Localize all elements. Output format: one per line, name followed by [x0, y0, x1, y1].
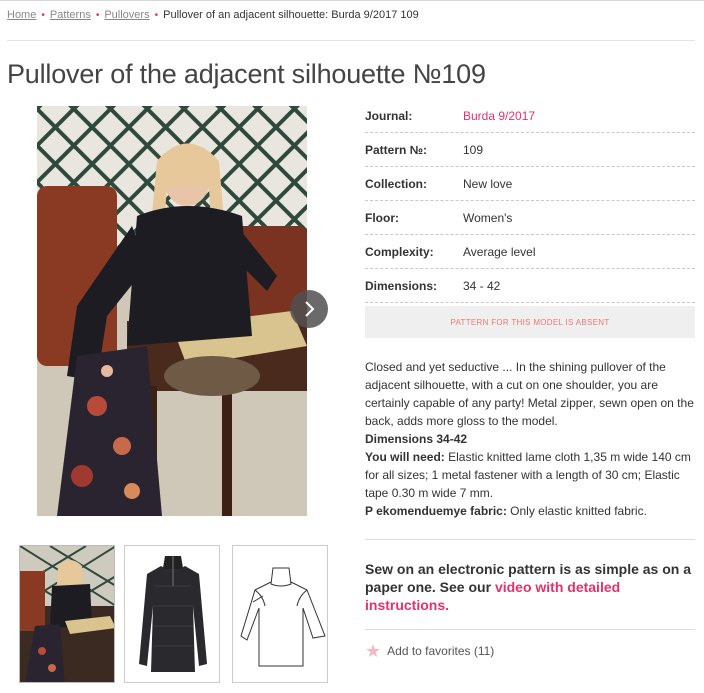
breadcrumb-current: Pullover of an adjacent silhouette: Burd… [163, 9, 419, 21]
spec-label: Floor: [365, 210, 399, 225]
main-product-photo[interactable] [37, 106, 307, 516]
description-intro: Closed and yet seductive ... In the shin… [365, 360, 694, 428]
spec-row-journal: Journal: Burda 9/2017 [365, 99, 695, 133]
breadcrumb-patterns-link[interactable]: Patterns [50, 9, 91, 21]
breadcrumb-home-link[interactable]: Home [7, 9, 36, 21]
favorites-label: Add to favorites (11) [387, 644, 495, 658]
pattern-absent-notice: PATTERN FOR THIS MODEL IS ABSENT [365, 306, 695, 338]
fabric-label: P ekomenduemye fabric: [365, 504, 507, 518]
journal-link[interactable]: Burda 9/2017 [463, 109, 535, 123]
description-dimensions: Dimensions 34-42 [365, 432, 468, 446]
spec-row-collection: Collection: New love [365, 167, 695, 201]
fabric-text: Only elastic knitted fabric. [506, 504, 647, 518]
next-photo-button[interactable] [290, 290, 328, 328]
divider [365, 539, 695, 540]
spec-row-floor: Floor: Women's [365, 201, 695, 235]
spec-value: 109 [463, 142, 484, 157]
materials-label: You will need: [365, 450, 445, 464]
thumbnail-photo[interactable] [19, 545, 115, 683]
product-description: Closed and yet seductive ... In the shin… [365, 358, 697, 520]
thumbnail-sketch[interactable] [232, 545, 328, 683]
divider [365, 629, 695, 630]
breadcrumb-separator: • [154, 10, 159, 21]
spec-label: Complexity: [365, 244, 434, 259]
divider [7, 40, 695, 41]
product-specs: Journal: Burda 9/2017 Pattern №: 109 Col… [365, 99, 695, 338]
spec-row-complexity: Complexity: Average level [365, 235, 695, 269]
top-border [0, 0, 704, 1]
garment-photo-image [125, 546, 219, 682]
page-title: Pullover of the adjacent silhouette №109 [7, 59, 486, 89]
technical-sketch-image [233, 546, 327, 682]
spec-label: Collection: [365, 176, 427, 191]
breadcrumb-separator: • [95, 10, 100, 21]
spec-value: Average level [463, 244, 536, 259]
description-fabric: P ekomenduemye fabric: Only elastic knit… [365, 502, 697, 520]
spec-row-pattern: Pattern №: 109 [365, 133, 695, 167]
spec-row-dimensions: Dimensions: 34 - 42 [365, 269, 695, 303]
breadcrumb-separator: • [41, 10, 45, 21]
spec-value: 34 - 42 [463, 278, 501, 293]
spec-value: New love [463, 176, 513, 191]
star-icon: ★ [365, 641, 382, 661]
spec-value: Women's [463, 210, 513, 225]
spec-label: Journal: [365, 108, 413, 123]
spec-label: Dimensions: [365, 278, 438, 293]
spec-label: Pattern №: [365, 142, 428, 157]
breadcrumb-pullovers-link[interactable]: Pullovers [104, 9, 149, 21]
sew-promo: Sew on an electronic pattern is as simpl… [365, 560, 697, 614]
thumbnail-garment[interactable] [124, 545, 220, 683]
add-to-favorites-button[interactable]: ★ Add to favorites (11) [365, 642, 494, 660]
breadcrumb: Home • Patterns • Pullovers • Pullover of an a… [7, 9, 419, 21]
photo-illustration [37, 106, 307, 516]
chevron-right-icon [305, 301, 315, 317]
thumbnail-photo-image [20, 546, 114, 682]
description-materials: You will need: Elastic knitted lame clot… [365, 448, 697, 502]
